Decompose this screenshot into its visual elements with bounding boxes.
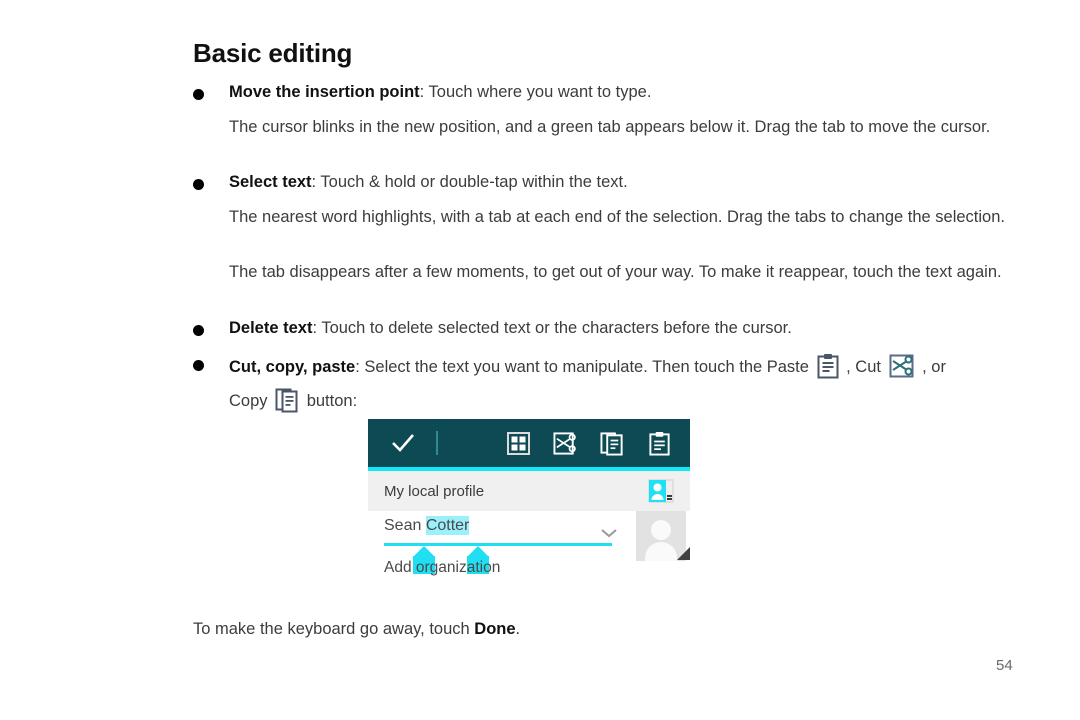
paste-icon bbox=[817, 353, 839, 387]
page-number: 54 bbox=[996, 657, 1013, 674]
bullet-dot-icon bbox=[193, 325, 204, 336]
chevron-down-icon[interactable] bbox=[600, 525, 618, 538]
bullet-text: Move the insertion point: Touch where yo… bbox=[229, 82, 1023, 103]
footer-text-before: To make the keyboard go away, touch bbox=[193, 620, 475, 638]
contact-editor-mockup: My local profile Sean Cotter Add organiz… bbox=[368, 419, 690, 593]
avatar-corner-marker-icon bbox=[677, 547, 690, 560]
bullet-dot-icon bbox=[193, 179, 204, 190]
select-all-icon[interactable] bbox=[506, 431, 531, 456]
avatar-body bbox=[645, 542, 677, 561]
copy-icon bbox=[275, 387, 299, 421]
cut-icon[interactable] bbox=[553, 431, 578, 456]
paragraph-select-text-1: The nearest word highlights, with a tab … bbox=[229, 208, 1005, 226]
bullet-rest: : Touch & hold or double-tap within the … bbox=[311, 173, 628, 191]
bullet-dot-icon bbox=[193, 360, 204, 371]
bullet-text: Cut, copy, paste: Select the text you wa… bbox=[229, 353, 1023, 421]
cut-icon bbox=[889, 353, 915, 387]
bullet-label: Cut, copy, paste bbox=[229, 358, 356, 376]
check-icon[interactable] bbox=[388, 428, 418, 458]
mockup-action-bar bbox=[368, 419, 690, 467]
contact-card-icon bbox=[648, 479, 674, 503]
bullet-rest-3: , or bbox=[917, 358, 946, 376]
bullet-text: Delete text: Touch to delete selected te… bbox=[229, 318, 1023, 339]
bullet-label: Move the insertion point bbox=[229, 83, 420, 101]
copy-icon[interactable] bbox=[600, 431, 625, 456]
page-title: Basic editing bbox=[193, 38, 353, 68]
bullet-rest-2: , Cut bbox=[841, 358, 886, 376]
bullet-item-delete-text: Delete text: Touch to delete selected te… bbox=[193, 318, 1023, 339]
name-unselected-text: Sean bbox=[384, 517, 426, 534]
my-local-profile-label: My local profile bbox=[384, 482, 485, 500]
bullet-text: Select text: Touch & hold or double-tap … bbox=[229, 172, 1023, 193]
toolbar-divider bbox=[436, 431, 438, 455]
bullet-rest: : Touch where you want to type. bbox=[419, 83, 652, 101]
bullet-item-cut-copy-paste: Cut, copy, paste: Select the text you wa… bbox=[193, 353, 1023, 421]
name-input[interactable]: Sean Cotter bbox=[384, 516, 470, 535]
bullet-item-select-text: Select text: Touch & hold or double-tap … bbox=[193, 172, 1023, 193]
bullet-label: Delete text bbox=[229, 319, 313, 337]
bullet-rest: : Touch to delete selected text or the c… bbox=[312, 319, 792, 337]
bullet-item-move-insertion-point: Move the insertion point: Touch where yo… bbox=[193, 82, 1023, 103]
add-organization-label[interactable]: Add organization bbox=[384, 559, 500, 577]
bullet-rest-1: : Select the text you want to manipulate… bbox=[355, 358, 814, 376]
paste-icon[interactable] bbox=[647, 431, 672, 456]
bullet-rest-5: button: bbox=[302, 392, 358, 410]
bullet-label: Select text bbox=[229, 173, 312, 191]
bullet-rest-4: Copy bbox=[229, 392, 273, 410]
avatar-head bbox=[651, 520, 671, 540]
footer-instruction: To make the keyboard go away, touch Done… bbox=[193, 620, 520, 639]
my-local-profile-row[interactable]: My local profile bbox=[368, 471, 690, 511]
footer-done-label: Done bbox=[474, 620, 516, 638]
paragraph-select-text-2: The tab disappears after a few moments, … bbox=[229, 263, 1002, 281]
mockup-body: Sean Cotter Add organization bbox=[368, 511, 690, 593]
toolbar-icon-group bbox=[506, 431, 678, 456]
bullet-dot-icon bbox=[193, 89, 204, 100]
paragraph-move-insertion-point: The cursor blinks in the new position, a… bbox=[229, 118, 991, 136]
footer-text-after: . bbox=[515, 620, 521, 638]
document-page: Basic editing Move the insertion point: … bbox=[0, 0, 1080, 720]
name-selected-text: Cotter bbox=[425, 516, 470, 535]
